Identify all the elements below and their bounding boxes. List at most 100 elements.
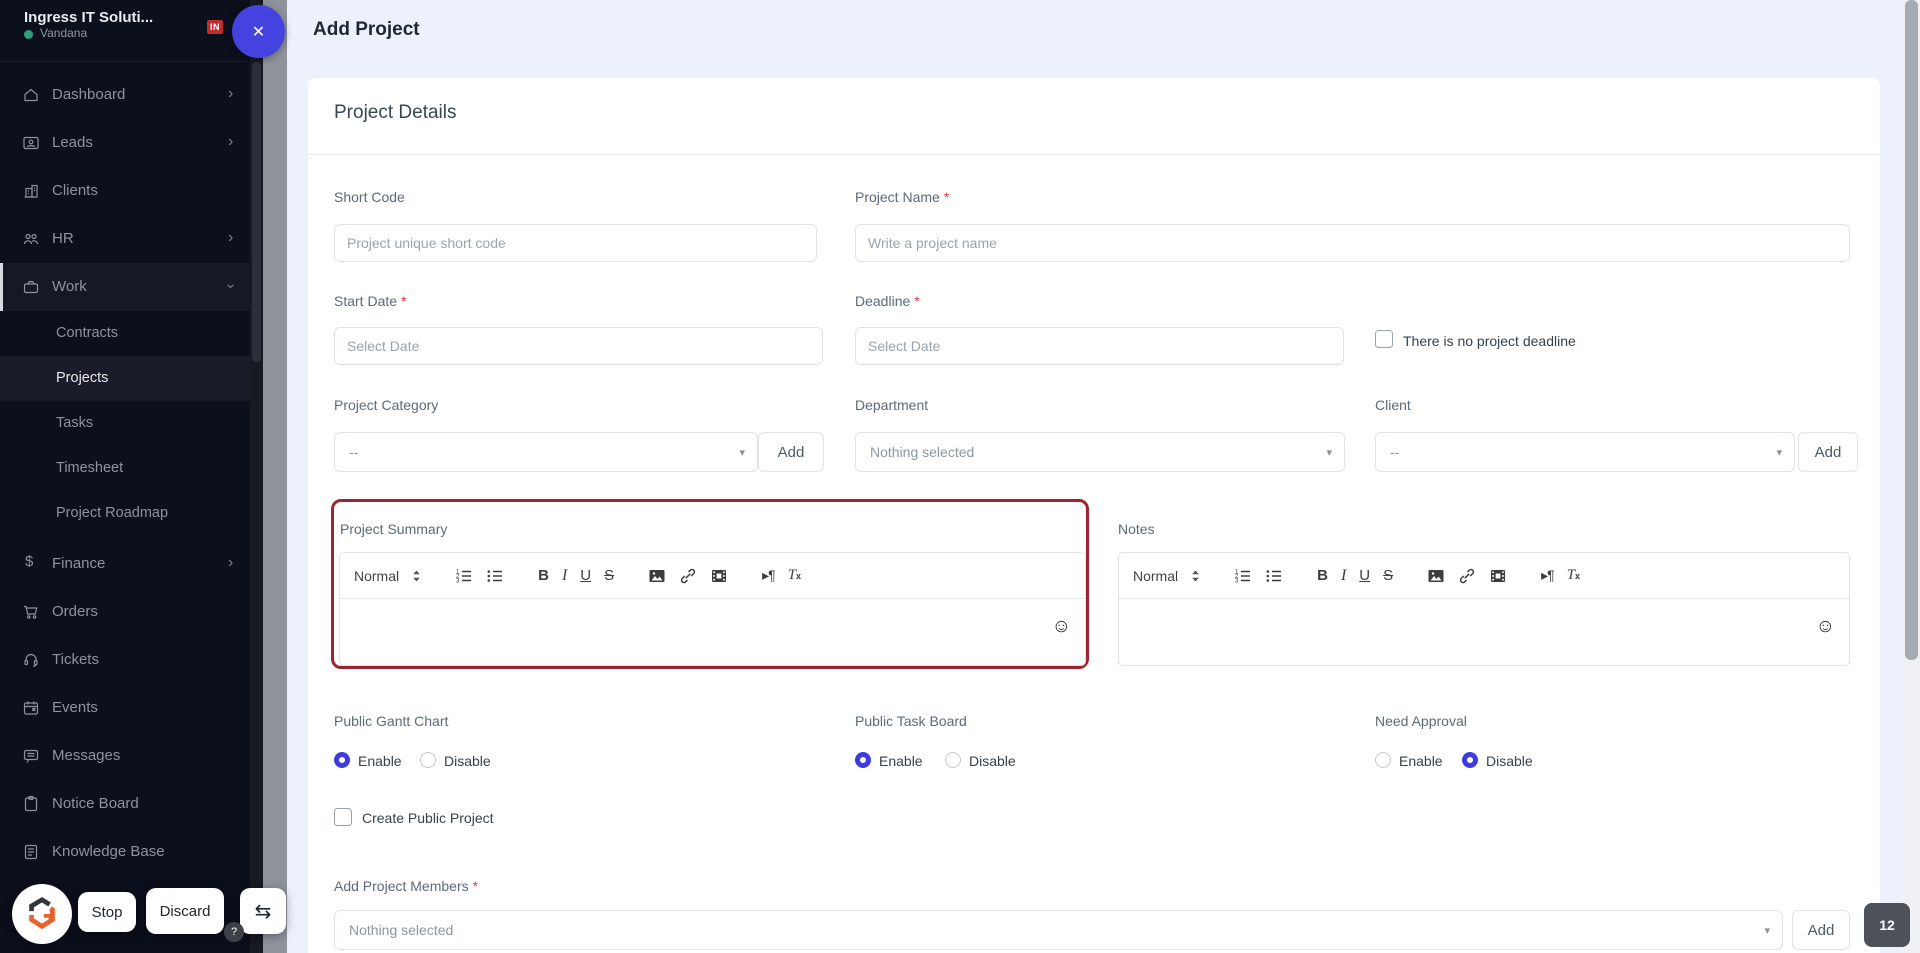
underline-icon[interactable]: U [1359, 567, 1370, 584]
clear-formatting-icon[interactable]: Tx [788, 567, 801, 584]
insert-video-icon[interactable] [710, 567, 728, 585]
format-stepper-icon[interactable] [1191, 569, 1200, 583]
gantt-disable-radio[interactable] [420, 752, 436, 768]
short-code-label: Short Code [334, 189, 405, 205]
sidebar-item-tickets[interactable]: Tickets [0, 636, 250, 684]
insert-image-icon[interactable] [648, 567, 666, 585]
sidebar-item-notice-board[interactable]: Notice Board [0, 780, 250, 828]
assistant-logo-button[interactable] [12, 884, 72, 944]
sidebar-scrollbar-thumb[interactable] [252, 62, 261, 362]
cart-icon [22, 603, 40, 621]
dollar-icon: $ [25, 553, 34, 570]
card-title: Project Details [334, 102, 457, 123]
emoji-icon[interactable]: ☺ [1816, 617, 1835, 636]
project-name-label: Project Name * [855, 189, 950, 205]
online-status-dot [24, 30, 33, 39]
project-category-select[interactable]: -- ▾ [334, 432, 758, 472]
project-summary-label: Project Summary [340, 521, 448, 537]
help-icon[interactable]: ? [224, 922, 244, 942]
bullet-list-icon[interactable] [486, 567, 504, 585]
sidebar-item-dashboard[interactable]: Dashboard › [0, 71, 250, 119]
sidebar-item-leads[interactable]: Leads › [0, 119, 250, 167]
start-date-input[interactable] [334, 327, 823, 365]
gantt-enable-radio-label: Enable [358, 753, 402, 769]
insert-link-icon[interactable] [679, 567, 697, 585]
no-deadline-checkbox-label: There is no project deadline [1403, 333, 1576, 349]
extension-count-badge[interactable]: 12 [1864, 903, 1910, 947]
approval-disable-radio[interactable] [1462, 752, 1478, 768]
underline-icon[interactable]: U [580, 567, 591, 584]
insert-image-icon[interactable] [1427, 567, 1445, 585]
insert-link-icon[interactable] [1458, 567, 1476, 585]
clear-formatting-icon[interactable]: Tx [1567, 567, 1580, 584]
bullet-list-icon[interactable] [1265, 567, 1283, 585]
no-deadline-checkbox[interactable] [1375, 330, 1393, 348]
home-icon [22, 86, 40, 104]
main-content: Add Project Project Details Short Code P… [287, 0, 1920, 953]
ordered-list-icon[interactable]: 123 [1234, 567, 1252, 585]
swap-button[interactable]: ⇆ [240, 888, 286, 934]
text-direction-icon[interactable]: ▸¶ [1541, 567, 1555, 584]
summary-toolbar: Normal 123 B I U S ▸¶ Tx [340, 553, 1085, 599]
project-members-select[interactable]: Nothing selected ▾ [334, 910, 1783, 950]
summary-editor-body[interactable]: ☺ [340, 599, 1085, 665]
discard-button[interactable]: Discard [146, 888, 224, 934]
text-direction-icon[interactable]: ▸¶ [762, 567, 776, 584]
sidebar-item-work[interactable]: Work › [0, 263, 250, 311]
sidebar-subitem-projects[interactable]: Projects [0, 356, 250, 401]
insert-video-icon[interactable] [1489, 567, 1507, 585]
chevron-right-icon: › [228, 229, 234, 246]
task-board-enable-radio[interactable] [855, 752, 871, 768]
sidebar-item-orders[interactable]: Orders [0, 588, 250, 636]
department-label: Department [855, 397, 929, 413]
logo-icon [23, 895, 61, 933]
client-label: Client [1375, 397, 1411, 413]
notes-editor-body[interactable]: ☺ [1119, 599, 1849, 665]
client-select[interactable]: -- ▾ [1375, 432, 1795, 472]
format-select[interactable]: Normal [354, 568, 399, 584]
start-date-label: Start Date * [334, 293, 407, 309]
approval-enable-radio[interactable] [1375, 752, 1391, 768]
close-overlay-button[interactable]: ✕ [232, 5, 285, 58]
format-stepper-icon[interactable] [412, 569, 421, 583]
headset-icon [22, 651, 40, 669]
add-client-button[interactable]: Add [1798, 432, 1858, 472]
sidebar-item-hr[interactable]: HR › [0, 215, 250, 263]
add-category-button[interactable]: Add [758, 432, 824, 472]
sidebar-item-messages[interactable]: Messages [0, 732, 250, 780]
short-code-input[interactable] [334, 224, 817, 262]
sidebar-item-clients[interactable]: Clients [0, 167, 250, 215]
sidebar-header: Ingress IT Soluti... Vandana IN [0, 0, 250, 62]
sidebar-subitem-tasks[interactable]: Tasks [0, 401, 250, 446]
required-asterisk: * [472, 878, 479, 894]
sidebar-subitem-timesheet[interactable]: Timesheet [0, 446, 250, 491]
sidebar-subitem-contracts[interactable]: Contracts [0, 311, 250, 356]
deadline-input[interactable] [855, 327, 1344, 365]
ordered-list-icon[interactable]: 123 [455, 567, 473, 585]
project-name-input[interactable] [855, 224, 1850, 262]
chevron-down-icon: › [222, 283, 240, 289]
department-select[interactable]: Nothing selected ▾ [855, 432, 1345, 472]
stop-button[interactable]: Stop [78, 892, 136, 932]
italic-icon[interactable]: I [1341, 567, 1346, 585]
format-select[interactable]: Normal [1133, 568, 1178, 584]
sidebar-item-knowledge-base[interactable]: Knowledge Base [0, 828, 250, 876]
strikethrough-icon[interactable]: S [1383, 567, 1393, 584]
bold-icon[interactable]: B [1317, 567, 1328, 584]
italic-icon[interactable]: I [562, 567, 567, 585]
add-member-button[interactable]: Add [1792, 910, 1850, 950]
need-approval-label: Need Approval [1375, 713, 1467, 729]
sidebar-item-events[interactable]: Events [0, 684, 250, 732]
public-task-board-label: Public Task Board [855, 713, 967, 729]
sidebar-subitem-project-roadmap[interactable]: Project Roadmap [0, 491, 250, 536]
leads-icon [22, 134, 40, 152]
strikethrough-icon[interactable]: S [604, 567, 614, 584]
emoji-icon[interactable]: ☺ [1052, 617, 1071, 636]
bold-icon[interactable]: B [538, 567, 549, 584]
create-public-project-checkbox[interactable] [334, 808, 352, 826]
page-scrollbar-thumb[interactable] [1905, 0, 1918, 660]
task-board-disable-radio[interactable] [945, 752, 961, 768]
gantt-enable-radio[interactable] [334, 752, 350, 768]
sidebar-item-finance[interactable]: $ Finance › [0, 540, 250, 588]
chevron-right-icon: › [228, 554, 234, 571]
